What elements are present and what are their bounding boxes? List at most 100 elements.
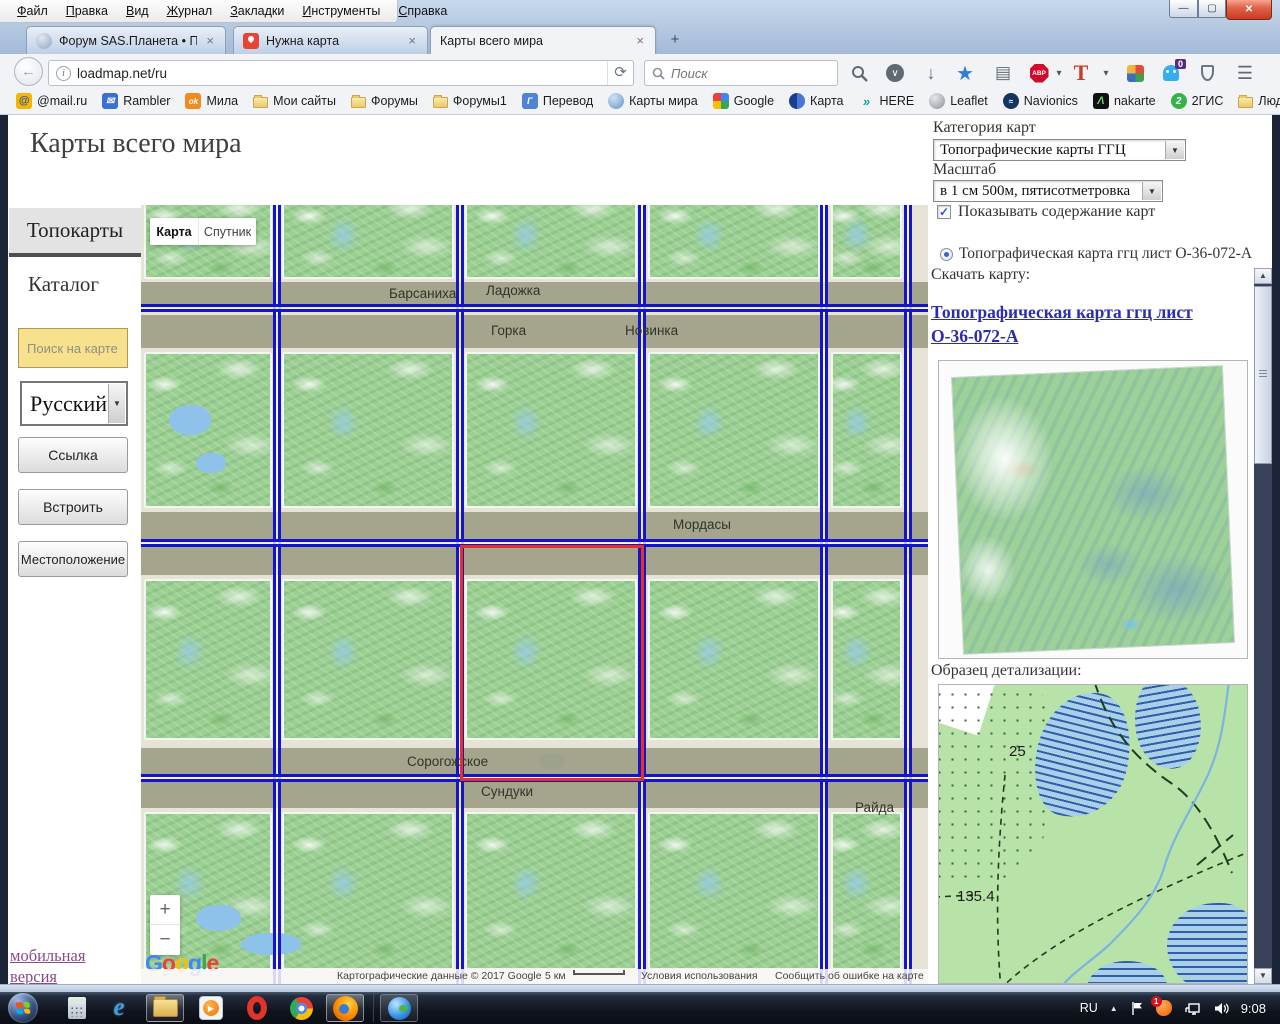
bookmark-navionics[interactable]: ≈Navionics	[1003, 93, 1078, 109]
mobile-version-link[interactable]: мобильная версия	[10, 945, 85, 987]
taskbar-calculator-icon[interactable]	[58, 994, 96, 1022]
bookmark-my-sites[interactable]: Мои сайты	[253, 94, 336, 108]
map-tile[interactable]	[831, 579, 902, 740]
bookmark-rambler[interactable]: ✉Rambler	[102, 93, 170, 109]
tab-close-icon[interactable]: ×	[406, 33, 418, 48]
link-button[interactable]: Ссылка	[18, 437, 128, 473]
bookmark-2gis[interactable]: 22ГИС	[1171, 93, 1224, 109]
scroll-down-icon[interactable]: ▼	[1254, 968, 1272, 984]
url-input[interactable]	[77, 62, 617, 84]
tab-need-map[interactable]: Нужна карта ×	[233, 26, 428, 54]
map-tile[interactable]	[831, 812, 902, 970]
ghostery-icon[interactable]: 0	[1158, 60, 1184, 86]
menu-bookmarks[interactable]: Закладки	[221, 2, 293, 20]
map-tile[interactable]	[465, 205, 637, 279]
network-icon[interactable]	[1184, 1001, 1201, 1016]
bookmark-google[interactable]: Google	[713, 93, 774, 109]
tampermonkey-t-icon[interactable]: T	[1068, 60, 1094, 86]
bookmark-star-icon[interactable]: ★	[952, 60, 978, 86]
extension-icon[interactable]	[1122, 60, 1148, 86]
toolbar-search-icon[interactable]	[846, 60, 872, 86]
start-button[interactable]	[8, 993, 38, 1023]
taskbar-explorer-icon[interactable]	[146, 994, 184, 1022]
chevron-down-icon[interactable]: ▼	[108, 384, 125, 423]
menu-history[interactable]: Журнал	[158, 2, 222, 20]
bookmark-forums1[interactable]: Форумы1	[433, 94, 507, 108]
map-tile[interactable]	[648, 352, 820, 508]
taskbar-opera-icon[interactable]	[238, 994, 276, 1022]
map-tile[interactable]	[831, 205, 902, 279]
scroll-up-icon[interactable]: ▲	[1254, 268, 1272, 284]
language-indicator[interactable]: RU	[1080, 1001, 1098, 1015]
search-input[interactable]	[671, 62, 831, 84]
bookmark-translate[interactable]: ГПеревод	[522, 93, 593, 109]
adblock-plus-icon[interactable]: ABP	[1024, 60, 1054, 86]
category-select[interactable]: Топографические карты ГГЦ ▼	[933, 139, 1186, 161]
avast-icon[interactable]: 1	[1156, 1000, 1172, 1016]
bookmark-lyuda[interactable]: Люда	[1238, 94, 1280, 108]
terms-link[interactable]: Условия использования	[641, 970, 758, 982]
show-contents-checkbox[interactable]: ✓	[937, 205, 951, 219]
scale-select[interactable]: в 1 см 500м, пятисотметровка ▼	[933, 180, 1163, 202]
taskbar-media-player-icon[interactable]: ▶	[192, 994, 230, 1022]
taskbar-google-earth-icon[interactable]	[380, 994, 418, 1022]
scrollbar-thumb[interactable]	[1254, 286, 1272, 464]
show-hidden-icons[interactable]: ▲	[1110, 1004, 1118, 1013]
shield-icon[interactable]	[1194, 60, 1220, 86]
sidebar-item-catalog[interactable]: Каталог	[28, 272, 99, 297]
menu-view[interactable]: Вид	[117, 2, 158, 20]
sheet-radio-selected[interactable]	[940, 248, 953, 261]
volume-icon[interactable]	[1213, 1001, 1229, 1016]
map-tile[interactable]	[144, 352, 272, 508]
menu-file[interactable]: Файл	[8, 2, 57, 20]
menu-help[interactable]: Справка	[389, 2, 456, 20]
new-tab-button[interactable]: +	[660, 30, 690, 52]
map-tile[interactable]	[831, 352, 902, 508]
download-map-link[interactable]: Топографическая карта ггц лист O-36-072-…	[931, 300, 1193, 348]
action-center-flag-icon[interactable]	[1130, 1001, 1144, 1016]
map-tile[interactable]	[648, 579, 820, 740]
pocket-icon[interactable]: ∨	[882, 60, 908, 86]
language-select[interactable]: Русский ▼	[20, 381, 128, 426]
tab-close-icon[interactable]: ×	[634, 33, 646, 48]
map-tile[interactable]	[465, 812, 637, 970]
adblock-caret-icon[interactable]: ▾	[1052, 60, 1066, 86]
hamburger-menu-icon[interactable]: ☰	[1230, 60, 1260, 86]
reload-icon[interactable]: ⟳	[607, 61, 633, 85]
tab-close-icon[interactable]: ×	[204, 33, 216, 48]
maximize-button[interactable]: ▢	[1198, 0, 1226, 18]
map-tile[interactable]	[282, 205, 454, 279]
bookmark-forums[interactable]: Форумы	[351, 94, 418, 108]
taskbar-firefox-icon[interactable]	[326, 994, 364, 1022]
map-tile[interactable]	[282, 352, 454, 508]
panel-scrollbar[interactable]: ▲ ▼	[1254, 268, 1272, 984]
close-button[interactable]: ✕	[1226, 0, 1272, 20]
map-tile[interactable]	[282, 579, 454, 740]
downloads-icon[interactable]: ↓	[918, 60, 944, 86]
bookmark-leaflet[interactable]: Leaflet	[929, 93, 988, 109]
toolbar-caret-icon[interactable]: ▾	[1098, 60, 1114, 86]
report-error-link[interactable]: Сообщить об ошибке на карте	[775, 970, 924, 982]
tab-world-maps-active[interactable]: Карты всего мира ×	[430, 26, 656, 54]
map-type-button[interactable]: Карта	[150, 218, 198, 245]
bookmark-world-maps[interactable]: Карты мира	[608, 93, 698, 109]
bookmarks-sidebar-icon[interactable]: ▤	[990, 60, 1016, 86]
map-tile[interactable]	[144, 579, 272, 740]
tab-forum-sas[interactable]: Форум SAS.Планета • Прос ×	[26, 26, 226, 54]
bookmark-karta[interactable]: Карта	[789, 93, 843, 109]
clock[interactable]: 9:08	[1241, 1001, 1266, 1016]
map-canvas[interactable]: Барсаниха Ладожка Горка Новинка Мордасы …	[141, 205, 928, 984]
menu-tools[interactable]: Инструменты	[293, 2, 389, 20]
zoom-in-button[interactable]: +	[150, 895, 180, 925]
bookmark-mila[interactable]: okМила	[185, 93, 238, 109]
map-search-input[interactable]	[18, 328, 128, 368]
map-tile[interactable]	[282, 812, 454, 970]
back-button[interactable]: ←	[14, 57, 43, 86]
bookmark-mailru[interactable]: @@mail.ru	[16, 93, 87, 109]
map-tile[interactable]	[465, 352, 637, 508]
minimize-button[interactable]: —	[1169, 0, 1198, 18]
bookmark-here[interactable]: »HERE	[858, 93, 914, 109]
sidebar-tab-topomaps[interactable]: Топокарты	[9, 208, 141, 257]
map-tile[interactable]	[648, 205, 820, 279]
bookmark-nakarte[interactable]: Λnakarte	[1093, 93, 1156, 109]
